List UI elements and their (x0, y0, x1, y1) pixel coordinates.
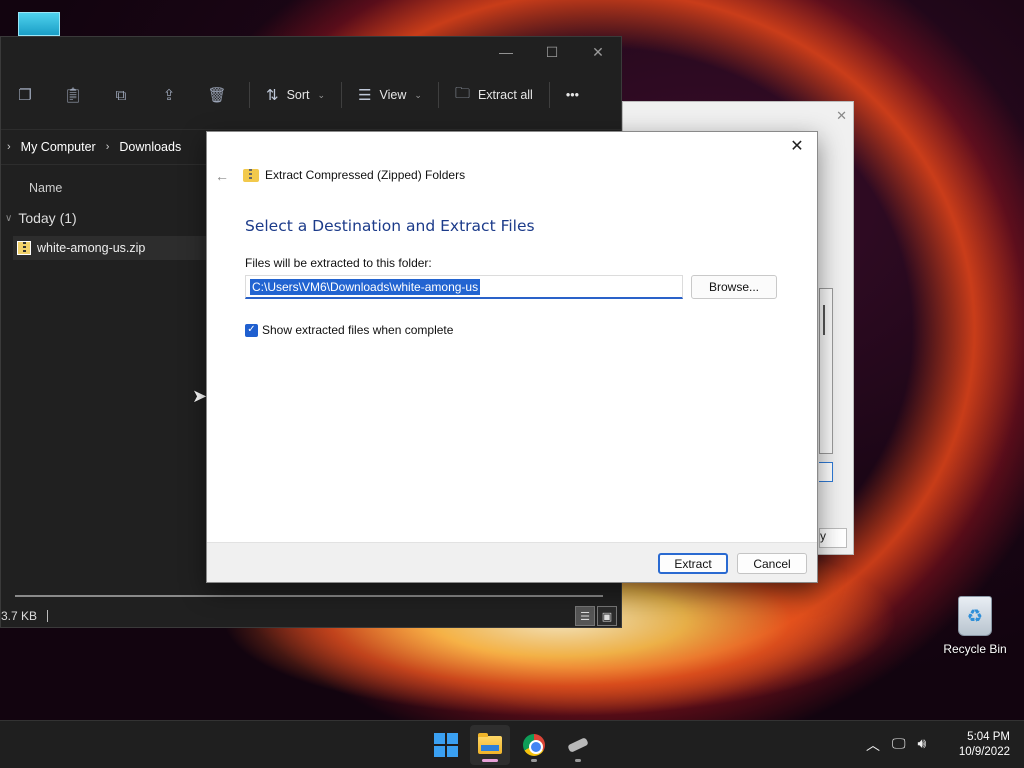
zip-file-icon (17, 241, 31, 255)
list-item[interactable]: white-among-us.zip (13, 236, 207, 260)
chrome-icon (523, 734, 545, 756)
extract-button[interactable]: Extract (658, 553, 728, 574)
desktop-shortcut-icon[interactable] (18, 12, 60, 36)
show-files-label: Show extracted files when complete (262, 323, 454, 337)
layout-toggle: ☰ ▣ (575, 606, 617, 626)
copy-icon[interactable]: ❐ (1, 78, 49, 112)
more-options-button[interactable]: ••• (558, 78, 587, 112)
dialog-title: Extract Compressed (Zipped) Folders (265, 168, 466, 182)
active-indicator (482, 759, 498, 762)
folder-icon (478, 733, 502, 754)
view-icon: ☰ (358, 87, 372, 104)
start-button[interactable] (426, 725, 466, 765)
close-icon[interactable]: ✕ (575, 37, 621, 67)
sort-label: Sort (286, 88, 310, 102)
status-bar: 3.7 KB ☰ ▣ (1, 605, 621, 627)
details-view-icon[interactable]: ☰ (575, 606, 595, 626)
zip-folder-icon (243, 168, 259, 182)
toolbar-divider (249, 82, 250, 108)
toolbar-divider (548, 82, 550, 108)
dialog-heading: Select a Destination and Extract Files (245, 217, 535, 235)
toolbar-divider (341, 82, 343, 108)
browse-button[interactable]: Browse... (691, 275, 777, 299)
clock-date: 10/9/2022 (958, 746, 1010, 758)
taskbar-chrome[interactable] (514, 725, 554, 765)
window-controls: — ☐ ✕ (483, 37, 621, 67)
file-name: white-among-us.zip (37, 241, 146, 255)
taskbar-usb-drive[interactable] (558, 725, 598, 765)
close-icon[interactable]: ✕ (785, 136, 809, 156)
destination-input[interactable]: C:\Users\VM6\Downloads\white-among-us (245, 275, 683, 299)
show-files-option[interactable]: ✓ Show extracted files when complete (245, 323, 453, 337)
recycle-bin[interactable]: Recycle Bin (940, 596, 1010, 656)
taskbar: ︿ 🖵︎ 🔊︎ 5:04 PM 10/9/2022 (0, 720, 1024, 768)
dialog-title-row: Extract Compressed (Zipped) Folders (243, 168, 465, 182)
breadcrumb-item-my-computer[interactable]: My Computer (21, 140, 96, 154)
delete-icon[interactable]: 🗑︎ (193, 78, 241, 112)
extract-icon: 🗀︎ (454, 84, 470, 102)
maximize-icon[interactable]: ☐ (529, 37, 575, 67)
toolbar-divider (437, 82, 439, 108)
view-label: View (379, 88, 407, 102)
running-indicator (575, 759, 581, 762)
scrollbar-thumb[interactable] (823, 305, 825, 335)
dialog-footer: Extract Cancel (207, 542, 817, 582)
extract-all-button[interactable]: 🗀︎ Extract all (447, 78, 541, 112)
chevron-up-icon[interactable]: ︿ (866, 735, 880, 755)
close-icon[interactable]: ✕ (836, 108, 847, 124)
clock-time: 5:04 PM (967, 731, 1010, 743)
sort-button[interactable]: ⇅ Sort ⌄ (258, 78, 333, 112)
rename-icon[interactable]: ⧉ (97, 78, 145, 112)
checkbox-checked-icon[interactable]: ✓ (245, 323, 258, 337)
extract-all-label: Extract all (477, 88, 533, 102)
horizontal-scrollbar[interactable] (15, 595, 603, 597)
command-bar: ❐ 📋︎ ⧉ ⇪ 🗑︎ ⇅ Sort ⌄ ☰ View ⌄ 🗀︎ Extract… (1, 75, 621, 115)
clock[interactable]: 5:04 PM 10/9/2022 (959, 730, 1010, 760)
sort-icon: ⇅ (266, 87, 279, 104)
column-header-name[interactable]: Name (29, 181, 62, 195)
background-list-pane (819, 288, 833, 454)
taskbar-file-explorer[interactable] (470, 725, 510, 765)
background-button[interactable] (819, 462, 833, 482)
breadcrumb-item-downloads[interactable]: Downloads (119, 140, 181, 154)
status-divider (47, 610, 49, 622)
chevron-down-icon: ⌄ (317, 89, 326, 100)
minimize-icon[interactable]: — (483, 37, 529, 67)
paste-icon[interactable]: 📋︎ (49, 78, 97, 112)
recycle-bin-icon (958, 596, 992, 636)
status-size: 3.7 KB (1, 609, 38, 623)
share-icon[interactable]: ⇪ (145, 78, 193, 112)
more-icon: ••• (565, 88, 579, 102)
network-icon[interactable]: 🖵︎ (892, 735, 906, 755)
extract-dialog: ✕ ← Extract Compressed (Zipped) Folders … (206, 131, 818, 583)
group-label: Today (1) (18, 210, 77, 226)
destination-label: Files will be extracted to this folder: (245, 256, 432, 270)
back-arrow-icon[interactable]: ← (215, 168, 229, 184)
usb-drive-icon (567, 737, 589, 753)
windows-logo-icon (434, 733, 458, 757)
chevron-down-icon: ∨ (5, 212, 13, 224)
chevron-right-icon[interactable]: › (7, 141, 11, 153)
chevron-right-icon[interactable]: › (106, 141, 110, 153)
group-header[interactable]: ∨ Today (1) (5, 210, 77, 226)
running-indicator (531, 759, 537, 762)
cancel-button[interactable]: Cancel (737, 553, 807, 574)
mouse-cursor-icon: ➤ (192, 386, 208, 406)
destination-value: C:\Users\VM6\Downloads\white-among-us (250, 279, 481, 295)
recycle-bin-label: Recycle Bin (943, 642, 1007, 656)
tiles-view-icon[interactable]: ▣ (597, 606, 617, 626)
view-button[interactable]: ☰ View ⌄ (350, 78, 430, 112)
background-button-partial[interactable]: y (819, 528, 847, 548)
chevron-down-icon: ⌄ (414, 89, 422, 100)
system-tray: ︿ 🖵︎ 🔊︎ (866, 735, 926, 755)
volume-icon[interactable]: 🔊︎ (918, 735, 927, 755)
